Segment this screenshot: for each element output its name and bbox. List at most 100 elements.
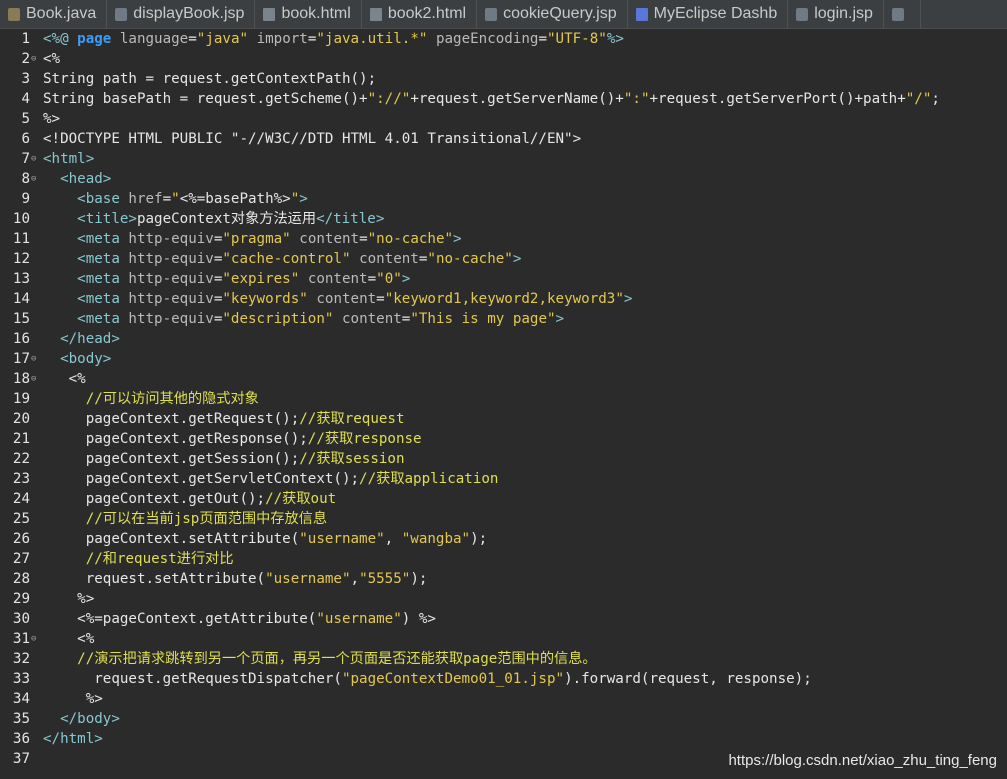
code-text: <!DOCTYPE HTML PUBLIC "-//W3C//DTD HTML … xyxy=(43,129,581,149)
code-line[interactable]: 15 <meta http-equiv="description" conten… xyxy=(0,309,1007,329)
code-line[interactable]: 30 <%=pageContext.getAttribute("username… xyxy=(0,609,1007,629)
code-line[interactable]: 36 </html> xyxy=(0,729,1007,749)
code-line[interactable]: 21 pageContext.getResponse();//获取respons… xyxy=(0,429,1007,449)
code-token: http-equiv xyxy=(128,311,214,327)
code-line[interactable]: 28 request.setAttribute("username","5555… xyxy=(0,569,1007,589)
line-number: 33 xyxy=(12,671,30,687)
code-text: <%=pageContext.getAttribute("username") … xyxy=(43,609,436,629)
code-line[interactable]: 5 %> xyxy=(0,109,1007,129)
code-token: String path = request.getContextPath(); xyxy=(43,71,377,87)
code-line[interactable]: 11 <meta http-equiv="pragma" content="no… xyxy=(0,229,1007,249)
code-token: //获取out xyxy=(265,491,337,507)
code-line[interactable]: 29 %> xyxy=(0,589,1007,609)
code-line[interactable]: 17 ⊖ <body> xyxy=(0,349,1007,369)
code-line[interactable]: 4 String basePath = request.getScheme()+"… xyxy=(0,89,1007,109)
code-token: </head> xyxy=(43,331,120,347)
code-line[interactable]: 8 ⊖ <head> xyxy=(0,169,1007,189)
line-number: 35 xyxy=(12,711,30,727)
code-token: <title> xyxy=(43,211,137,227)
tab-book-java[interactable]: Book.java xyxy=(0,0,108,28)
code-line[interactable]: 13 <meta http-equiv="expires" content="0… xyxy=(0,269,1007,289)
code-token: "username" xyxy=(316,611,402,627)
tab-displaybook-jsp[interactable]: displayBook.jsp xyxy=(107,0,256,28)
code-line[interactable]: 31 ⊖ <% xyxy=(0,629,1007,649)
code-line[interactable]: 19 //可以访问其他的隐式对象 xyxy=(0,389,1007,409)
code-line[interactable]: 24 pageContext.getOut();//获取out xyxy=(0,489,1007,509)
code-text: <base href="<%=basePath%>"> xyxy=(43,189,308,209)
code-token: <head> xyxy=(43,171,112,187)
fold-toggle-icon[interactable]: ⊖ xyxy=(30,369,43,389)
line-number: 8 xyxy=(21,171,30,187)
code-line[interactable]: 23 pageContext.getServletContext();//获取a… xyxy=(0,469,1007,489)
tab-book-html[interactable]: book.html xyxy=(255,0,362,28)
fold-toggle-icon[interactable]: ⊖ xyxy=(30,349,43,369)
code-line[interactable]: 16 </head> xyxy=(0,329,1007,349)
code-line[interactable]: 9 <base href="<%=basePath%>"> xyxy=(0,189,1007,209)
line-number: 22 xyxy=(12,451,30,467)
code-token: %> xyxy=(43,591,95,607)
tab-myeclipse-dashb[interactable]: MyEclipse Dashb xyxy=(628,0,789,28)
code-text: <body> xyxy=(43,349,111,369)
code-token: content xyxy=(359,251,419,267)
code-text: //演示把请求跳转到另一个页面，再另一个页面是否还能获取page范围中的信息。 xyxy=(43,649,596,669)
code-token: = xyxy=(162,191,172,207)
code-text: pageContext.getOut();//获取out xyxy=(43,489,336,509)
code-text: //可以访问其他的隐式对象 xyxy=(43,389,259,409)
tab-label: book2.html xyxy=(387,5,467,22)
code-token: , xyxy=(384,531,402,547)
fold-toggle-icon[interactable]: ⊖ xyxy=(30,49,43,69)
code-line[interactable]: 14 <meta http-equiv="keywords" content="… xyxy=(0,289,1007,309)
code-token: "keywords" xyxy=(222,291,308,307)
code-token: //可以在当前jsp页面范围中存放信息 xyxy=(43,511,328,527)
code-editor[interactable]: 1 <%@ page language="java" import="java.u… xyxy=(0,29,1007,779)
fold-toggle-icon[interactable]: ⊖ xyxy=(30,149,43,169)
tab-login-jsp[interactable]: login.jsp xyxy=(788,0,884,28)
code-line[interactable]: 10 <title>pageContext对象方法运用</title> xyxy=(0,209,1007,229)
code-text: <% xyxy=(43,629,94,649)
code-token: page xyxy=(77,31,120,47)
code-line[interactable]: 3 String path = request.getContextPath(); xyxy=(0,69,1007,89)
code-token: "UTF-8" xyxy=(547,31,607,47)
jsp-file-icon xyxy=(115,7,128,21)
code-token: > xyxy=(623,291,633,307)
code-token: "expires" xyxy=(222,271,300,287)
tab-book2-html[interactable]: book2.html xyxy=(362,0,478,28)
tab-overflow[interactable] xyxy=(884,0,921,28)
tab-label: Book.java xyxy=(26,5,97,22)
code-text: pageContext.getRequest();//获取request xyxy=(43,409,405,429)
code-line[interactable]: 33 request.getRequestDispatcher("pageCon… xyxy=(0,669,1007,689)
code-line[interactable]: 7 ⊖ <html> xyxy=(0,149,1007,169)
tab-cookiequery-jsp[interactable]: cookieQuery.jsp xyxy=(477,0,628,28)
code-line[interactable]: 12 <meta http-equiv="cache-control" cont… xyxy=(0,249,1007,269)
code-token: ); xyxy=(410,571,428,587)
code-line[interactable]: 32 //演示把请求跳转到另一个页面，再另一个页面是否还能获取page范围中的信… xyxy=(0,649,1007,669)
line-number: 25 xyxy=(12,511,30,527)
code-token: content xyxy=(307,271,368,287)
code-line[interactable]: 1 <%@ page language="java" import="java.u… xyxy=(0,29,1007,49)
code-token: <!DOCTYPE HTML PUBLIC "-//W3C//DTD HTML … xyxy=(43,131,582,147)
code-token: "://" xyxy=(367,91,411,107)
code-line[interactable]: 6 <!DOCTYPE HTML PUBLIC "-//W3C//DTD HTML… xyxy=(0,129,1007,149)
code-line[interactable]: 20 pageContext.getRequest();//获取request xyxy=(0,409,1007,429)
code-token: <%=basePath%> xyxy=(179,191,291,207)
code-line[interactable]: 27 //和request进行对比 xyxy=(0,549,1007,569)
code-line[interactable]: 25 //可以在当前jsp页面范围中存放信息 xyxy=(0,509,1007,529)
fold-toggle-icon[interactable]: ⊖ xyxy=(30,629,43,649)
code-line[interactable]: 34 %> xyxy=(0,689,1007,709)
code-token: <% xyxy=(43,631,95,647)
code-text: //可以在当前jsp页面范围中存放信息 xyxy=(43,509,327,529)
line-number: 13 xyxy=(12,271,30,287)
code-token: > xyxy=(401,271,411,287)
code-line[interactable]: 18 ⊖ <% xyxy=(0,369,1007,389)
code-line[interactable]: 22 pageContext.getSession();//获取session xyxy=(0,449,1007,469)
line-number: 18 xyxy=(12,371,30,387)
fold-toggle-icon[interactable]: ⊖ xyxy=(30,169,43,189)
code-token: <% xyxy=(43,371,86,387)
code-token: > xyxy=(299,191,308,207)
code-line[interactable]: 2 ⊖ <% xyxy=(0,49,1007,69)
java-file-icon xyxy=(8,7,20,21)
code-token: "username" xyxy=(265,571,351,587)
code-token: "wangba" xyxy=(401,531,471,547)
code-line[interactable]: 35 </body> xyxy=(0,709,1007,729)
code-line[interactable]: 26 pageContext.setAttribute("username", … xyxy=(0,529,1007,549)
